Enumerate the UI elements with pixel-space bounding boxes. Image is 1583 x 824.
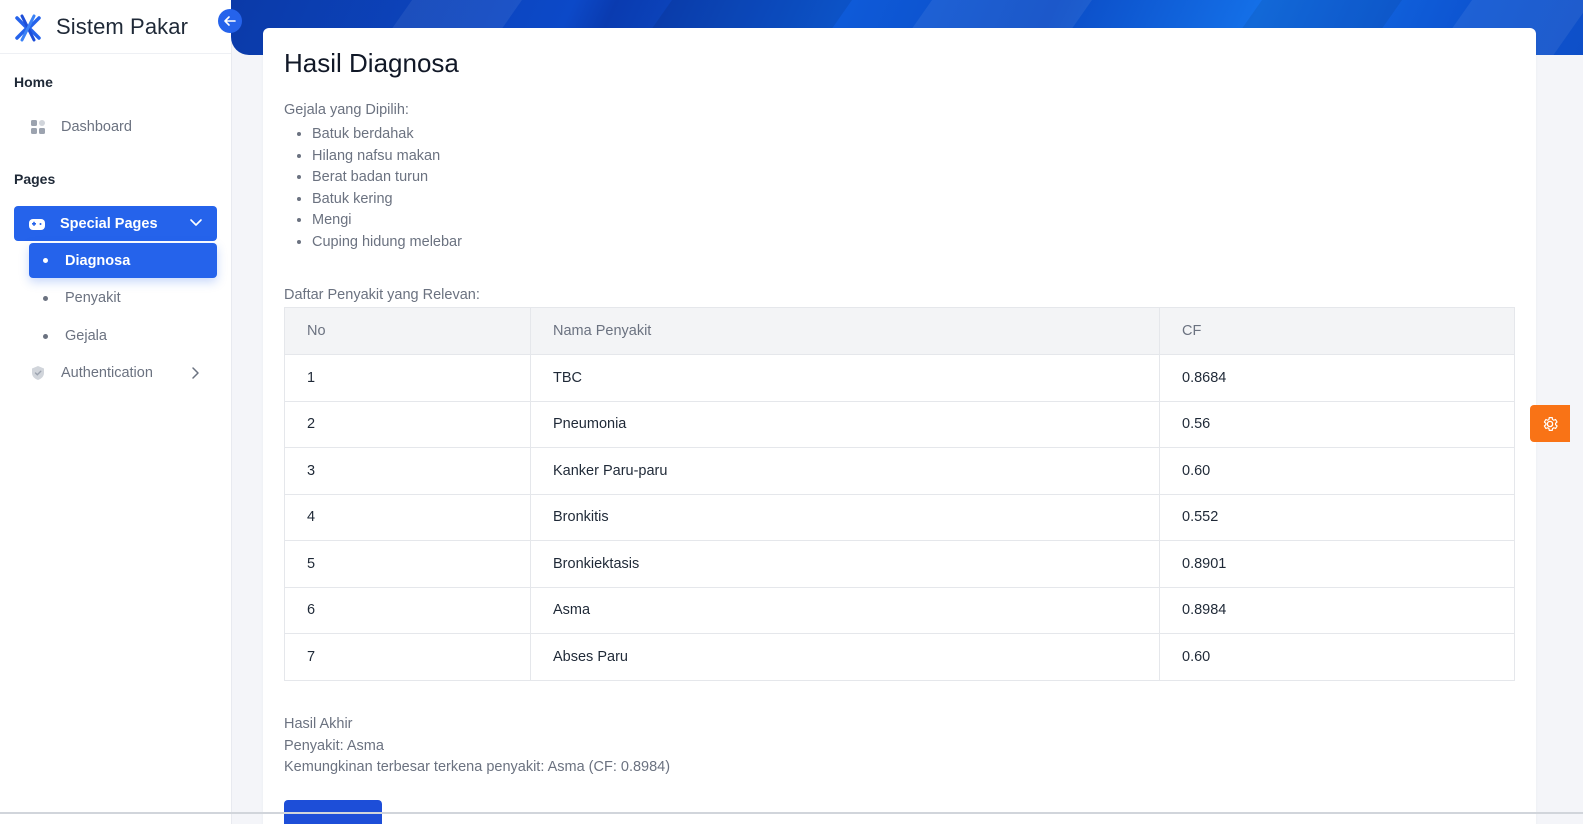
final-result-disease: Penyakit: Asma: [284, 738, 384, 754]
column-header-cf: CF: [1159, 307, 1515, 355]
diagnosis-result-card: Hasil Diagnosa Gejala yang Dipilih: Batu…: [263, 28, 1536, 824]
cell-cf: 0.60: [1159, 633, 1515, 681]
sidebar-item-label: Diagnosa: [65, 252, 131, 269]
list-item: Hilang nafsu makan: [312, 146, 462, 168]
sidebar-item-label: Authentication: [61, 365, 153, 381]
cell-no: 5: [284, 540, 531, 588]
final-result-summary: Kemungkinan terbesar terkena penyakit: A…: [284, 759, 671, 775]
cell-disease: Kanker Paru-paru: [530, 447, 1160, 495]
table-row: 2 Pneumonia 0.56: [284, 400, 1515, 448]
table-header-row: No Nama Penyakit CF: [284, 307, 1515, 355]
app-title: Sistem Pakar: [56, 13, 189, 39]
brand-logo-icon[interactable]: [13, 12, 43, 42]
cell-disease: Asma: [530, 586, 1160, 634]
section-title-pages: Pages: [14, 171, 56, 187]
cell-cf: 0.56: [1159, 400, 1515, 448]
settings-button[interactable]: [1530, 405, 1570, 442]
cell-cf: 0.552: [1159, 493, 1515, 541]
table-row: 3 Kanker Paru-paru 0.60: [284, 447, 1515, 495]
gear-icon: [1543, 416, 1558, 431]
bullet-dot-icon: [43, 333, 48, 339]
sidebar-item-authentication[interactable]: Authentication: [29, 362, 209, 384]
table-row: 1 TBC 0.8684: [284, 354, 1515, 402]
chevron-down-icon: [189, 215, 203, 233]
cell-no: 3: [284, 447, 531, 495]
list-item: Batuk berdahak: [312, 124, 462, 146]
cell-no: 6: [284, 586, 531, 634]
cell-cf: 0.60: [1159, 447, 1515, 495]
sidebar-item-penyakit[interactable]: Penyakit: [43, 283, 121, 313]
arrow-left-icon: [224, 16, 236, 26]
game-pad-icon: [28, 215, 46, 233]
section-title-home: Home: [14, 74, 53, 90]
table-label: Daftar Penyakit yang Relevan:: [284, 287, 480, 303]
sidebar-collapse-button[interactable]: [218, 9, 242, 33]
cell-disease: TBC: [530, 354, 1160, 402]
list-item: Mengi: [312, 210, 462, 232]
sidebar-item-gejala[interactable]: Gejala: [43, 321, 107, 351]
cell-disease: Bronkitis: [530, 493, 1160, 541]
table-row: 7 Abses Paru 0.60: [284, 633, 1515, 681]
shield-icon: [29, 364, 47, 382]
cell-no: 7: [284, 633, 531, 681]
grid-icon: [29, 118, 47, 136]
chevron-right-icon: [189, 366, 201, 384]
page-title: Hasil Diagnosa: [284, 48, 459, 78]
bullet-dot-icon: [43, 258, 48, 263]
column-header-no: No: [284, 307, 531, 355]
sidebar-item-label: Gejala: [65, 328, 107, 344]
sidebar-item-diagnosa[interactable]: Diagnosa: [29, 243, 217, 278]
table-row: 6 Asma 0.8984: [284, 586, 1515, 634]
table-row: 4 Bronkitis 0.552: [284, 493, 1515, 541]
brand: Sistem Pakar: [0, 0, 242, 54]
cell-cf: 0.8684: [1159, 354, 1515, 402]
list-item: Berat badan turun: [312, 167, 462, 189]
table-row: 5 Bronkiektasis 0.8901: [284, 540, 1515, 588]
bullet-dot-icon: [43, 295, 48, 301]
cell-disease: Bronkiektasis: [530, 540, 1160, 588]
cell-no: 4: [284, 493, 531, 541]
cell-disease: Pneumonia: [530, 400, 1160, 448]
sidebar-item-dashboard[interactable]: Dashboard: [29, 116, 132, 138]
diseases-table: No Nama Penyakit CF 1 TBC 0.8684 2 Pneum…: [284, 307, 1515, 681]
cell-cf: 0.8984: [1159, 586, 1515, 634]
final-result-heading: Hasil Akhir: [284, 716, 353, 732]
list-item: Batuk kering: [312, 189, 462, 211]
sidebar-item-label: Special Pages: [60, 215, 158, 232]
sidebar: Sistem Pakar Home Dashboard Pages Specia…: [0, 0, 242, 824]
sidebar-item-special-pages[interactable]: Special Pages: [14, 206, 217, 241]
sidebar-item-label: Dashboard: [61, 119, 132, 135]
cell-disease: Abses Paru: [530, 633, 1160, 681]
window-bottom-border: [0, 812, 1583, 814]
cell-no: 1: [284, 354, 531, 402]
column-header-disease-name: Nama Penyakit: [530, 307, 1160, 355]
cell-cf: 0.8901: [1159, 540, 1515, 588]
sidebar-item-label: Penyakit: [65, 290, 121, 306]
list-item: Cuping hidung melebar: [312, 232, 462, 254]
cell-no: 2: [284, 400, 531, 448]
symptoms-label: Gejala yang Dipilih:: [284, 102, 409, 118]
symptoms-list: Batuk berdahak Hilang nafsu makan Berat …: [312, 124, 462, 254]
